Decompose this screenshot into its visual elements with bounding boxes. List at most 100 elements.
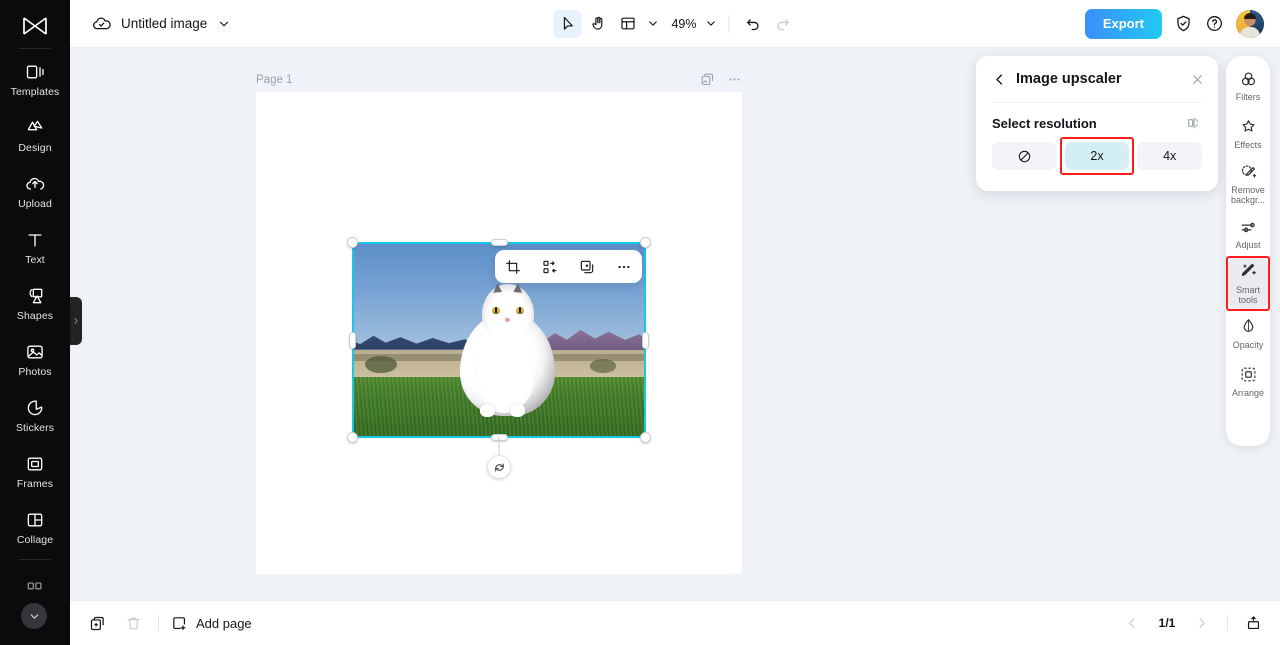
undo-button[interactable] xyxy=(739,10,767,38)
zoom-dropdown-button[interactable] xyxy=(702,10,720,38)
sidebar-item-label: Collage xyxy=(16,533,54,546)
next-page-button[interactable] xyxy=(1189,610,1215,636)
export-button[interactable]: Export xyxy=(1084,8,1162,39)
chevron-down-icon[interactable] xyxy=(217,17,231,31)
cloud-saved-icon xyxy=(92,14,111,33)
capcut-logo-icon[interactable] xyxy=(15,10,55,42)
resize-handle-right[interactable] xyxy=(642,332,649,349)
chevron-left-icon[interactable] xyxy=(992,72,1007,87)
adjust-sliders-icon xyxy=(1238,217,1258,237)
resize-handle-bottom-right[interactable] xyxy=(640,432,651,443)
sidebar-collapse-tab[interactable] xyxy=(70,297,82,345)
redo-button[interactable] xyxy=(769,10,797,38)
bottom-divider-right xyxy=(1227,615,1228,631)
rail-item-filters[interactable]: Filters xyxy=(1228,62,1268,110)
rail-item-label: Effects xyxy=(1234,140,1262,151)
rail-item-label: Smart tools xyxy=(1235,284,1260,306)
replace-icon xyxy=(542,259,558,275)
sidebar-item-label: Upload xyxy=(18,197,52,210)
sidebar-item-stickers[interactable]: Stickers xyxy=(0,387,70,443)
duplicate-page-icon[interactable] xyxy=(700,72,715,87)
rail-item-arrange[interactable]: Arrange xyxy=(1228,357,1268,405)
help-circle-icon[interactable] xyxy=(1205,14,1224,33)
sidebar-item-frames[interactable]: Frames xyxy=(0,443,70,499)
cat-paw-right xyxy=(509,404,525,418)
rail-item-adjust[interactable]: Adjust xyxy=(1228,210,1268,258)
resize-handle-bottom[interactable] xyxy=(491,434,508,441)
chevron-down-icon xyxy=(646,17,659,30)
rail-item-opacity[interactable]: Opacity xyxy=(1228,309,1268,357)
resize-handle-top-right[interactable] xyxy=(640,237,651,248)
more-button[interactable] xyxy=(611,254,637,280)
sidebar-divider-top xyxy=(19,48,51,49)
resolution-option-4x[interactable]: 4x xyxy=(1137,142,1203,170)
chevron-right-icon xyxy=(1195,616,1209,630)
toolbar-divider xyxy=(728,14,730,33)
sidebar-item-design[interactable]: Design xyxy=(0,107,70,163)
rotate-handle[interactable] xyxy=(487,455,511,479)
sidebar-item-text[interactable]: Text xyxy=(0,219,70,275)
avatar[interactable] xyxy=(1236,9,1264,38)
top-right-actions: Export xyxy=(1084,8,1264,39)
hand-tool-button[interactable] xyxy=(583,10,611,38)
cursor-select-icon xyxy=(559,15,576,32)
rail-item-smart-tools[interactable]: Smart tools xyxy=(1226,255,1270,312)
sidebar-item-label: Templates xyxy=(10,85,60,98)
resize-handle-bottom-left[interactable] xyxy=(347,432,358,443)
templates-icon xyxy=(24,61,46,83)
delete-page-button[interactable] xyxy=(120,610,146,636)
document-title-block[interactable]: Untitled image xyxy=(92,14,231,33)
panel-title: Image upscaler xyxy=(1016,71,1122,87)
sidebar-expand-button[interactable] xyxy=(21,603,47,629)
sidebar-item-upload[interactable]: Upload xyxy=(0,163,70,219)
prev-page-button[interactable] xyxy=(1119,610,1145,636)
sidebar-item-label: Shapes xyxy=(16,309,54,322)
cat-ear-left xyxy=(493,283,503,293)
rail-item-label: Arrange xyxy=(1231,387,1265,398)
right-tool-rail: Filters Effects Remove backgr... Adjust … xyxy=(1226,56,1270,446)
resolution-option-none[interactable] xyxy=(992,142,1057,170)
resolution-option-label: 2x xyxy=(1090,149,1104,163)
filters-icon xyxy=(1238,69,1258,89)
select-tool-button[interactable] xyxy=(553,9,582,38)
sidebar-item-shapes[interactable]: Shapes xyxy=(0,275,70,331)
bottom-divider xyxy=(158,615,159,631)
resolution-options: 2x 4x xyxy=(992,137,1203,175)
upload-cloud-icon xyxy=(24,173,46,195)
layout-tool-button[interactable] xyxy=(613,10,641,38)
shield-check-icon[interactable] xyxy=(1174,14,1193,33)
resize-handle-top-left[interactable] xyxy=(347,237,358,248)
sidebar-item-label: Design xyxy=(18,141,52,154)
zoom-level[interactable]: 49% xyxy=(663,17,699,31)
sidebar-item-label: Stickers xyxy=(15,421,55,434)
sidebar-item-label: Text xyxy=(25,253,45,266)
sidebar-item-collage[interactable]: Collage xyxy=(0,499,70,555)
rail-item-effects[interactable]: Effects xyxy=(1228,110,1268,158)
resize-handle-left[interactable] xyxy=(349,332,356,349)
crop-button[interactable] xyxy=(500,254,526,280)
resolution-option-2x[interactable]: 2x xyxy=(1059,137,1135,175)
image-context-toolbar xyxy=(495,250,642,283)
photo-cat xyxy=(458,276,557,418)
canvas-tools: 49% xyxy=(553,9,797,38)
replace-button[interactable] xyxy=(537,254,563,280)
close-icon[interactable] xyxy=(1190,72,1205,87)
add-page-button[interactable]: Add page xyxy=(171,615,252,632)
present-button[interactable] xyxy=(1240,610,1266,636)
page-header-actions xyxy=(700,72,742,87)
cat-head xyxy=(481,283,534,341)
rail-item-label: Adjust xyxy=(1235,240,1261,251)
rotate-icon xyxy=(493,461,506,474)
more-horizontal-icon[interactable] xyxy=(727,72,742,87)
panel-header: Image upscaler xyxy=(976,56,1218,102)
resize-handle-top[interactable] xyxy=(491,239,508,246)
sidebar-item-templates[interactable]: Templates xyxy=(0,51,70,107)
layout-dropdown-button[interactable] xyxy=(643,10,661,38)
sidebar-item-photos[interactable]: Photos xyxy=(0,331,70,387)
duplicate-button[interactable] xyxy=(574,254,600,280)
duplicate-page-button[interactable] xyxy=(84,610,110,636)
crop-icon xyxy=(505,259,521,275)
stickers-icon xyxy=(24,397,46,419)
rail-item-remove-background[interactable]: Remove backgr... xyxy=(1228,158,1268,210)
before-after-compare-icon[interactable] xyxy=(1186,115,1202,131)
